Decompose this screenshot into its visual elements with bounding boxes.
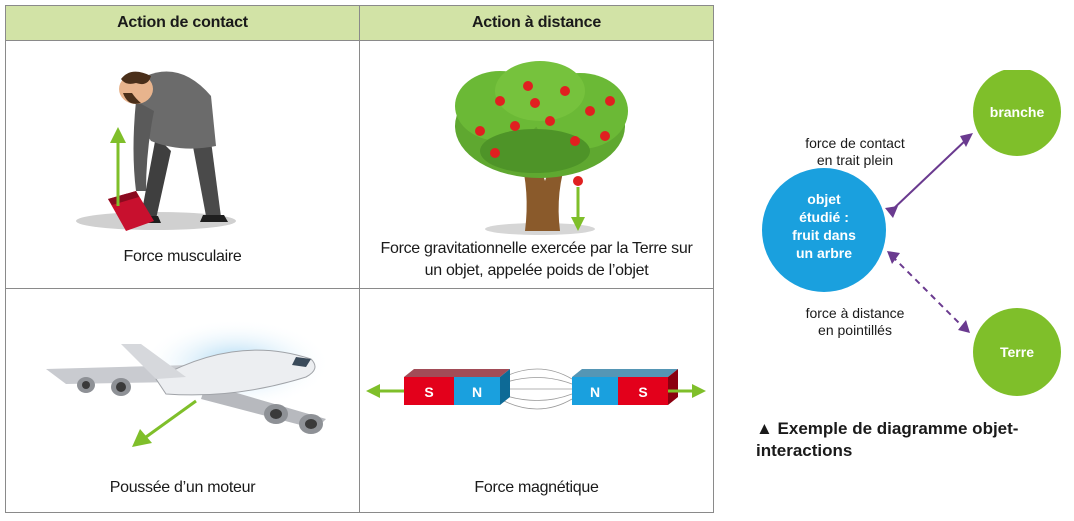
- node-terre-label: Terre: [1000, 344, 1034, 360]
- diagram-caption: ▲ Exemple de diagramme objet- interactio…: [756, 418, 1066, 462]
- magnet-letter-s-right: S: [638, 384, 647, 400]
- magnet-arrow-left-head: [366, 384, 380, 398]
- diagram-caption-line1: ▲ Exemple de diagramme objet-: [756, 419, 1019, 438]
- caption-line: Poussée d’un moteur: [109, 479, 256, 496]
- distance-arrow-head-start: [887, 251, 900, 264]
- caption-line: Force magnétique: [474, 479, 599, 496]
- magnet-letter-n-right: N: [590, 384, 600, 400]
- cell-muscular-force: Force musculaire: [5, 40, 360, 289]
- magnet-arrow-right-head: [692, 384, 706, 398]
- cell-gravitational-force: Force gravitationnelle exercée par la Te…: [359, 40, 714, 289]
- man-shoe-2: [200, 215, 228, 222]
- caption-gravitational-force: Force gravitationnelle exercée par la Te…: [360, 238, 713, 282]
- man-hair: [121, 71, 151, 85]
- caption-engine-thrust: Poussée d’un moteur: [6, 477, 359, 499]
- force-arrow-up-head: [110, 127, 126, 143]
- forces-table: Action de contact Action à distance Forc…: [5, 5, 714, 513]
- cell-engine-thrust: Poussée d’un moteur: [5, 288, 360, 513]
- magnet-letter-s-left: S: [424, 384, 433, 400]
- caption-line: Force gravitationnelle exercée par la Te…: [380, 240, 693, 257]
- caption-muscular-force: Force musculaire: [6, 246, 359, 268]
- cell-magnetic-force: S N N S Force magnétique: [359, 288, 714, 513]
- magnetic-field-lines: [499, 368, 573, 410]
- node-center-line1: objet: [807, 191, 841, 207]
- thrust-arrow-head: [132, 429, 152, 447]
- node-center-line3: fruit dans: [792, 227, 856, 243]
- magnet-right-top: [572, 369, 678, 377]
- thrust-arrow-line: [145, 399, 197, 439]
- header-contact: Action de contact: [5, 5, 360, 41]
- magnet-left-top: [404, 369, 510, 377]
- diagram-caption-line2: interactions: [756, 441, 853, 460]
- contact-arrow-head-start: [885, 206, 898, 218]
- contact-label-line1: force de contact: [805, 135, 905, 151]
- distance-label-line2: en pointillés: [818, 322, 892, 338]
- object-interaction-diagram: force de contact en trait plein force à …: [762, 70, 1061, 396]
- distance-arrow-head-end: [958, 320, 970, 333]
- distance-label-line1: force à distance: [806, 305, 905, 321]
- magnet-letter-n-left: N: [472, 384, 482, 400]
- contact-label-line2: en trait plein: [817, 152, 893, 168]
- node-branche-label: branche: [990, 104, 1045, 120]
- caption-magnetic-force: Force magnétique: [360, 477, 713, 499]
- caption-line: un objet, appelée poids de l’objet: [424, 262, 649, 279]
- caption-line: Force musculaire: [123, 248, 242, 265]
- node-center-line2: étudié :: [799, 209, 849, 225]
- falling-apple: [573, 176, 583, 186]
- header-distance: Action à distance: [359, 5, 714, 41]
- tree-foliage: [455, 61, 628, 178]
- node-center-line4: un arbre: [796, 245, 852, 261]
